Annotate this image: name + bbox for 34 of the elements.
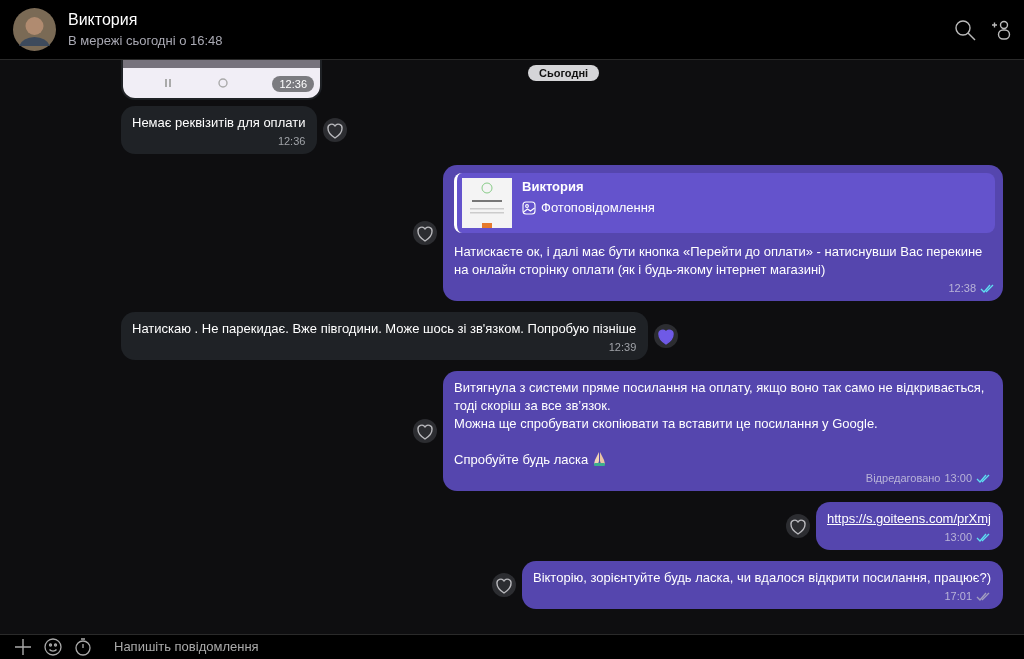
quoted-label: Фотоповідомлення: [541, 199, 655, 217]
message-text: Немає реквізитів для оплати: [132, 114, 306, 132]
search-icon[interactable]: [954, 18, 976, 41]
message-text: Витягнула з системи пряме посилання на оплату, якщо воно так само не відкривається, тоді скоріш за все зв’язок. Можна ще спробувати скопіювати та вставити це посилання у Google. Спробуйте будь ласка: [454, 379, 986, 469]
emoji-icon[interactable]: [44, 637, 62, 656]
quoted-message[interactable]: Виктория Фотоповідомлення: [454, 173, 995, 233]
message-time: 13:00: [944, 530, 972, 544]
message-text: Вікторію, зорієнтуйте будь ласка, чи вдалося відкрити посилання, працює?): [532, 569, 991, 587]
message-time: 12:36: [272, 76, 314, 92]
image-icon: [522, 201, 536, 215]
timer-icon[interactable]: [74, 637, 92, 656]
message-time: 17:01: [944, 589, 972, 603]
plus-icon[interactable]: [14, 637, 32, 656]
heart-reaction-icon[interactable]: [413, 419, 437, 443]
message-text: Натискаєте ок, і далі має бути кнопка «Перейти до оплати» - натиснувши Вас перекине на онлайн сторінку оплати (як і будь-якому інтернет магазині): [454, 243, 984, 279]
heart-reaction-icon[interactable]: [323, 118, 348, 142]
heart-reaction-icon[interactable]: [491, 573, 516, 597]
link[interactable]: https://s.goiteens.com/prXmj: [827, 511, 991, 526]
date-chip: Сьогодні: [528, 65, 600, 81]
message-time: 12:39: [608, 340, 637, 354]
picture[interactable]: 12:36: [121, 60, 322, 100]
avatar: [13, 8, 56, 51]
add-contact-icon[interactable]: [990, 18, 1012, 41]
message-time: 12:36: [277, 134, 306, 148]
message-time: 13:00: [944, 471, 972, 485]
heart-reaction-icon[interactable]: [413, 221, 437, 245]
message-text: Натискаю . Не парекидає. Вже півгодини. Може шось зі зв'язком. Попробую пізніше: [132, 320, 637, 338]
message-input[interactable]: Напишіть повідомлення: [114, 639, 514, 654]
message-time: 12:38: [948, 281, 976, 295]
edited-label: Відредаговано: [865, 471, 941, 485]
heart-reaction-icon[interactable]: [786, 514, 810, 538]
online-status: В мережі сьогодні о 16:48: [68, 33, 224, 48]
contact-name: Виктория: [68, 11, 139, 29]
quoted-author: Виктория: [522, 178, 585, 196]
